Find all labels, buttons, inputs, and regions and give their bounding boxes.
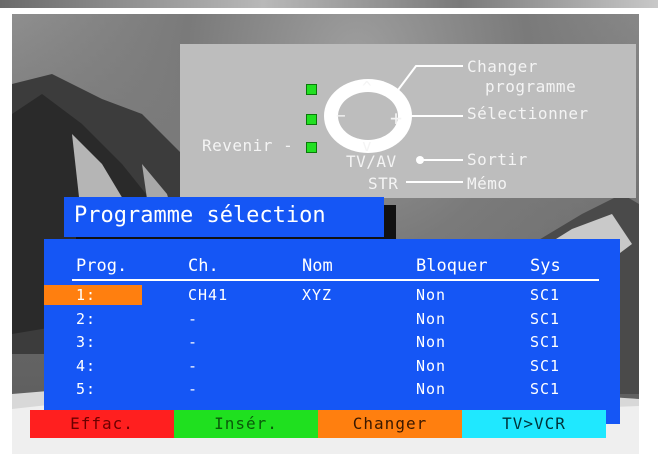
label-str: STR	[368, 174, 399, 193]
column-header-bloquer: Bloquer	[416, 256, 488, 276]
green-key-inser-button[interactable]: Insér.	[174, 410, 318, 438]
label-selectionner: Sélectionner	[467, 104, 589, 123]
green-key-icon	[306, 114, 317, 125]
cell-prog: 4:	[76, 357, 97, 375]
table-row[interactable]: 1: CH41 XYZ Non SC1	[44, 285, 620, 305]
label-sortir: Sortir	[467, 150, 528, 169]
cell-ch: -	[188, 357, 199, 375]
table-row[interactable]: 5: - Non SC1	[44, 379, 620, 399]
cell-bloquer: Non	[416, 310, 447, 328]
cell-bloquer: Non	[416, 357, 447, 375]
function-key-bar: Effac. Insér. Changer TV>VCR	[30, 410, 606, 438]
green-key-icon	[306, 142, 317, 153]
cell-prog: 3:	[76, 333, 97, 351]
table-row[interactable]: 4: - Non SC1	[44, 356, 620, 376]
label-revenir: Revenir -	[202, 136, 294, 155]
programme-table: Prog. Ch. Nom Bloquer Sys 1: CH41 XYZ No…	[44, 239, 620, 424]
column-header-nom: Nom	[302, 256, 333, 276]
background-strip	[0, 0, 658, 8]
cell-sys: SC1	[530, 380, 561, 398]
minus-icon: −	[336, 106, 347, 125]
label-changer: Changer	[467, 57, 538, 76]
label-programme: programme	[485, 77, 577, 96]
cell-sys: SC1	[530, 333, 561, 351]
orange-key-changer-button[interactable]: Changer	[318, 410, 462, 438]
page-title: Programme sélection	[74, 203, 326, 228]
green-key-icon	[306, 84, 317, 95]
cyan-key-tvvcr-button[interactable]: TV>VCR	[462, 410, 606, 438]
cell-ch: CH41	[188, 286, 229, 304]
plus-icon: +	[390, 106, 403, 130]
cell-bloquer: Non	[416, 333, 447, 351]
tv-screen: ^ v − + Changer programme Sélectionner R…	[12, 14, 639, 454]
cell-bloquer: Non	[416, 380, 447, 398]
cell-sys: SC1	[530, 286, 561, 304]
arrow-up-icon: ^	[362, 78, 373, 97]
cell-sys: SC1	[530, 357, 561, 375]
table-row[interactable]: 2: - Non SC1	[44, 309, 620, 329]
cell-prog: 5:	[76, 380, 97, 398]
table-row[interactable]: 3: - Non SC1	[44, 332, 620, 352]
header-divider	[72, 279, 599, 281]
label-memo: Mémo	[467, 174, 508, 193]
column-header-ch: Ch.	[188, 256, 219, 276]
cell-bloquer: Non	[416, 286, 447, 304]
remote-help-panel: ^ v − + Changer programme Sélectionner R…	[180, 44, 636, 198]
column-header-sys: Sys	[530, 256, 561, 276]
cell-nom: XYZ	[302, 286, 333, 304]
cell-prog: 2:	[76, 310, 97, 328]
label-tvav: TV/AV	[346, 152, 397, 171]
menu-title-panel: Programme sélection	[64, 197, 384, 237]
column-header-prog: Prog.	[76, 256, 128, 276]
cell-ch: -	[188, 333, 199, 351]
cell-ch: -	[188, 380, 199, 398]
cell-sys: SC1	[530, 310, 561, 328]
cell-prog: 1:	[76, 286, 97, 304]
red-key-effac-button[interactable]: Effac.	[30, 410, 174, 438]
cell-ch: -	[188, 310, 199, 328]
